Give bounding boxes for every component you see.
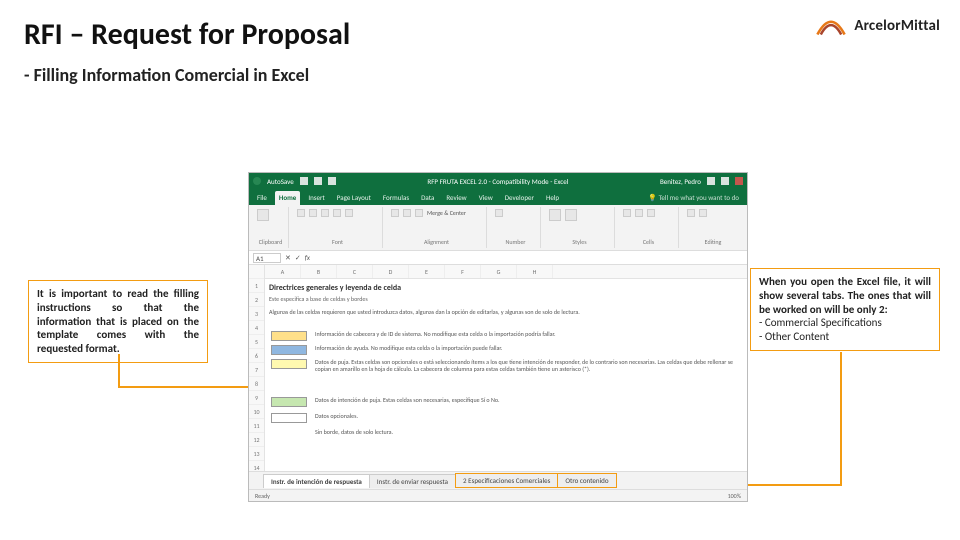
sheet-tab-instr-intention[interactable]: Instr. de intención de respuesta [263,474,370,488]
excel-window: AutoSave RFP FRUTA EXCEL 2.0 - Compatibi… [248,172,748,502]
legend-swatch-header [271,331,307,341]
ribbon-tab-formulas[interactable]: Formulas [379,191,413,205]
fx-cancel-icon[interactable]: ✕ [285,253,291,262]
italic-button[interactable] [309,209,317,217]
ribbon-tab-data[interactable]: Data [417,191,438,205]
user-name: Benitez, Pedro [660,177,701,186]
callout-right: When you open the Excel file, it will sh… [750,268,940,351]
window-minimize-icon[interactable] [707,177,715,185]
ribbon-tab-insert[interactable]: Insert [304,191,328,205]
legend-para: Algunas de las celdas requieren que uste… [269,309,689,316]
legend-para: Sin borde, datos de solo lectura. [315,429,735,436]
excel-ribbon: Clipboard Font Merge & Center Alignment [249,205,747,251]
logo-text: ArcelorMittal [854,17,940,35]
align-center-button[interactable] [403,209,411,217]
tell-me-input[interactable]: 💡 Tell me what you want to do [644,191,743,205]
delete-cells-button[interactable] [635,209,643,217]
number-format-button[interactable] [495,209,503,217]
sheet-heading: Directrices generales y leyenda de celda [269,283,401,293]
ribbon-group-label: Alignment [391,238,482,246]
legend-para: Datos de puja. Estas celdas son opcional… [315,359,735,372]
format-table-button[interactable] [565,209,577,221]
arrow-segment [840,352,842,484]
sheet-tab-instr-send[interactable]: Instr. de enviar respuesta [369,474,456,488]
insert-cells-button[interactable] [623,209,631,217]
fill-color-button[interactable] [333,209,341,217]
name-box[interactable]: A1 [253,253,281,263]
ribbon-tab-developer[interactable]: Developer [501,191,538,205]
sheet-tab-commercial-spec[interactable]: 2 Especificaciones Comerciales [455,473,558,488]
legend-swatch-intent [271,397,307,407]
formula-bar: A1 ✕ ✓ fx [249,251,747,265]
legend-para: Datos opcionales. [315,413,735,420]
undo-icon[interactable] [314,177,322,185]
ribbon-tab-home[interactable]: Home [275,191,300,205]
sheet-tabs: Instr. de intención de respuesta Instr. … [249,471,747,489]
callout-right-b1: - Commercial Specifications [759,316,882,329]
bold-button[interactable] [297,209,305,217]
callout-left: It is important to read the filling inst… [28,280,208,363]
callout-left-text: It is important to read the filling inst… [37,287,199,355]
format-cells-button[interactable] [647,209,655,217]
window-maximize-icon[interactable] [721,177,729,185]
ribbon-tab-view[interactable]: View [475,191,497,205]
legend-para: Datos de intención de puja. Estas celdas… [315,397,735,404]
ribbon-group-label: Font [297,238,378,246]
legend-swatch-optional [271,413,307,423]
font-color-button[interactable] [345,209,353,217]
legend-para: Información de cabecera y de ID de siste… [315,331,735,338]
ribbon-group-label: Cells [623,238,674,246]
autosave-toggle-icon[interactable] [253,177,261,185]
ribbon-tab-help[interactable]: Help [542,191,563,205]
ribbon-group-label: Number [495,238,536,246]
spreadsheet-grid[interactable]: 123 456 789 101112 131415 ABC DEF GH Dir… [249,265,747,471]
autosave-label: AutoSave [267,177,294,186]
sort-filter-button[interactable] [687,209,695,217]
window-close-icon[interactable] [735,177,743,185]
callout-right-intro: When you open the Excel file, it will sh… [759,275,931,316]
slide-subtitle: - Filling Information Comercial in Excel [24,64,309,86]
logo-arc-icon [814,14,848,38]
align-right-button[interactable] [415,209,423,217]
status-bar: Ready 100% [249,489,747,501]
ribbon-tab-file[interactable]: File [253,191,271,205]
ribbon-group-label: Editing [687,238,739,246]
zoom-level[interactable]: 100% [728,492,741,500]
callout-right-b2: - Other Content [759,330,829,343]
slide-title: RFI – Request for Proposal [24,16,350,53]
fx-icon[interactable]: fx [305,253,310,262]
excel-ribbon-tabs: File Home Insert Page Layout Formulas Da… [249,189,747,205]
row-headers: 123 456 789 101112 131415 [249,265,265,471]
sheet-tab-other-content[interactable]: Otro contenido [557,473,616,488]
underline-button[interactable] [321,209,329,217]
conditional-formatting-button[interactable] [549,209,561,221]
legend-swatch-bid [271,359,307,369]
status-ready: Ready [255,492,270,500]
sheet-subheading: Este especifica a base de celdas y borde… [269,295,368,303]
ribbon-tab-pagelayout[interactable]: Page Layout [333,191,375,205]
redo-icon[interactable] [328,177,336,185]
paste-button[interactable] [257,209,269,221]
ribbon-group-label: Clipboard [257,238,284,246]
ribbon-group-label: Styles [549,238,610,246]
legend-swatch-help [271,345,307,355]
arrow-segment [118,354,120,388]
company-logo: ArcelorMittal [814,14,940,38]
find-select-button[interactable] [699,209,707,217]
excel-titlebar: AutoSave RFP FRUTA EXCEL 2.0 - Compatibi… [249,173,747,189]
merge-center-button[interactable]: Merge & Center [427,209,466,217]
save-icon[interactable] [300,177,308,185]
window-title: RFP FRUTA EXCEL 2.0 - Compatibility Mode… [427,177,568,186]
column-headers: ABC DEF GH [265,265,747,279]
ribbon-tab-review[interactable]: Review [442,191,470,205]
fx-enter-icon[interactable]: ✓ [295,253,301,262]
align-left-button[interactable] [391,209,399,217]
legend-para: Información de ayuda. No modifique esta … [315,345,735,352]
